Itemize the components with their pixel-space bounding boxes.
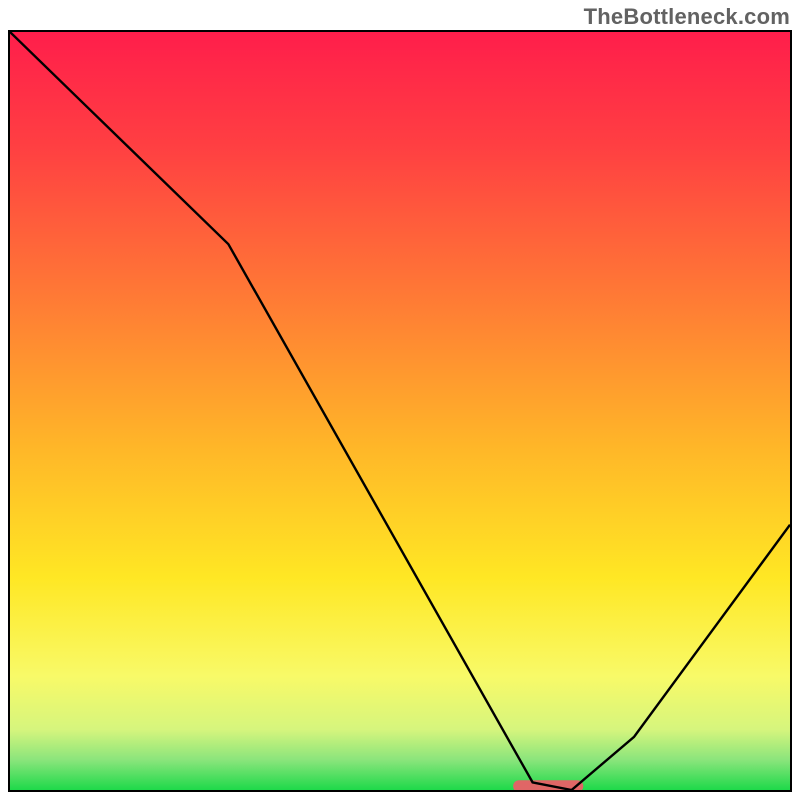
chart-container: TheBottleneck.com	[0, 0, 800, 800]
chart-svg	[10, 32, 790, 790]
plot-area	[8, 30, 792, 792]
watermark-text: TheBottleneck.com	[584, 4, 790, 30]
